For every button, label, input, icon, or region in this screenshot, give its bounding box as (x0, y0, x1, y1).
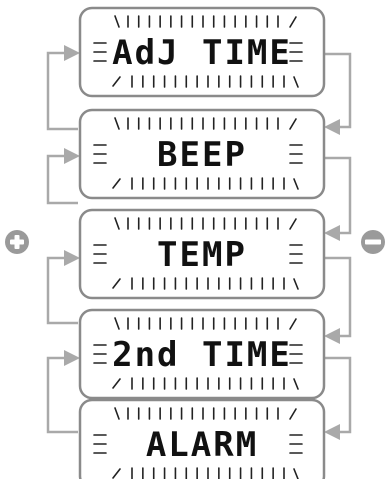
lcd-screen: ALARM (78, 398, 326, 479)
mode-cycle-diagram: AdJ TIME BEEP TEMP 2nd TIME ALARM (0, 0, 387, 479)
diagram-canvas: AdJ TIME BEEP TEMP 2nd TIME ALARM (5, 6, 385, 479)
plus-flow-arrows (46, 45, 80, 434)
plus-flow-arrow (46, 350, 80, 434)
minus-flow-arrows (324, 52, 352, 440)
lcd-screens: AdJ TIME BEEP TEMP 2nd TIME ALARM (78, 6, 326, 479)
minus-glyph (365, 239, 381, 245)
minus-flow-arrow (324, 156, 352, 241)
lcd-screen: 2nd TIME (78, 308, 326, 400)
minus-flow-arrow (324, 356, 352, 440)
lcd-screen: BEEP (78, 108, 326, 200)
minus-button[interactable] (361, 230, 385, 254)
plus-flow-arrow (46, 250, 80, 325)
lcd-screen: AdJ TIME (78, 6, 326, 98)
plus-flow-arrow (46, 45, 80, 131)
lcd-label: BEEP (157, 135, 247, 175)
minus-flow-arrow (324, 256, 352, 344)
plus-flow-arrow (46, 148, 80, 205)
lcd-label: TEMP (157, 235, 247, 275)
lcd-screen: TEMP (78, 208, 326, 300)
lcd-label: 2nd TIME (112, 335, 292, 375)
plus-glyph (14, 235, 20, 249)
minus-flow-arrow (324, 52, 352, 135)
plus-button[interactable] (5, 230, 29, 254)
lcd-label: ALARM (146, 425, 258, 465)
lcd-label: AdJ TIME (112, 33, 292, 73)
